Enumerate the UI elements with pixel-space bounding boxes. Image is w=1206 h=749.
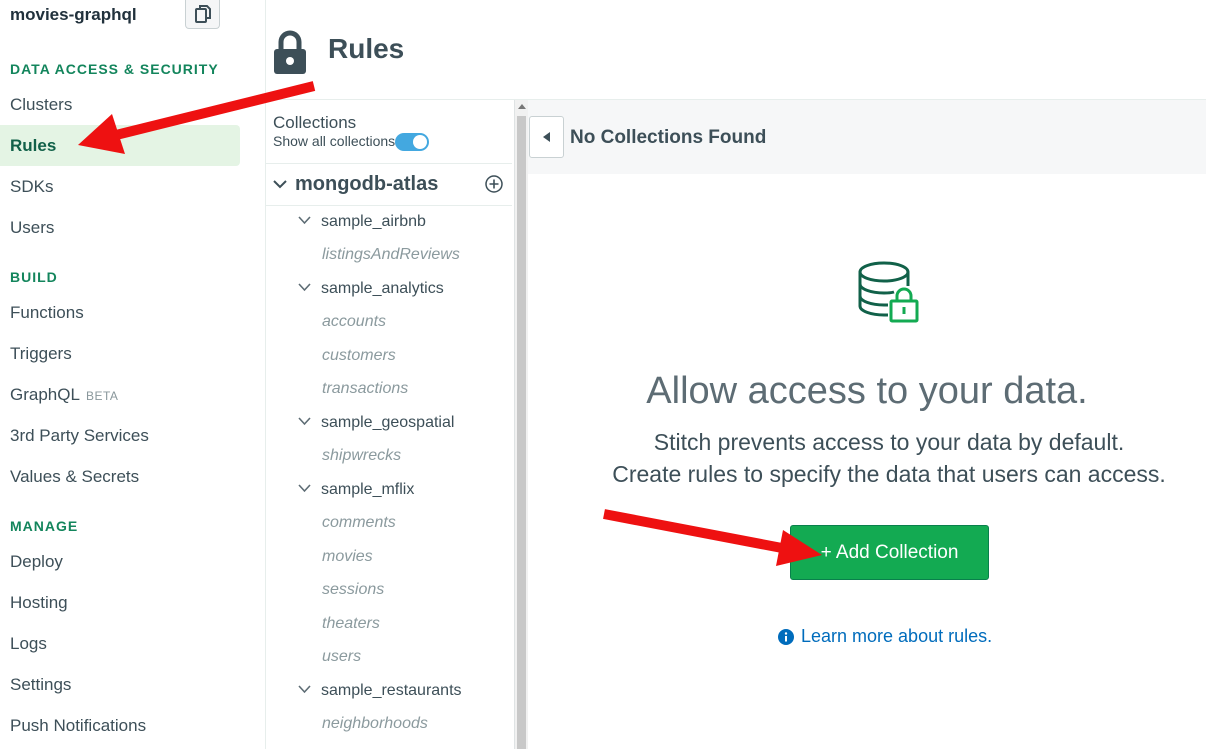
sidebar-item-logs[interactable]: Logs <box>0 623 240 664</box>
tree-db-sample-restaurants[interactable]: sample_restaurants <box>298 679 462 703</box>
main-content: No Collections Found Allow access to you… <box>528 100 1206 749</box>
divider <box>266 163 512 164</box>
sidebar-item-deploy[interactable]: Deploy <box>0 541 240 582</box>
empty-state-title: Allow access to your data. <box>646 370 1088 412</box>
sidebar-item-values-secrets[interactable]: Values & Secrets <box>0 456 240 497</box>
sidebar-item-triggers[interactable]: Triggers <box>0 333 240 374</box>
add-collection-button[interactable]: + Add Collection <box>790 525 989 580</box>
empty-state-description: Stitch prevents access to your data by d… <box>528 426 1206 490</box>
beta-badge: BETA <box>85 389 119 403</box>
sidebar-item-push-notifications[interactable]: Push Notifications <box>0 705 240 746</box>
section-data-access: DATA ACCESS & SECURITY <box>10 61 219 77</box>
caret-left-icon <box>542 132 550 142</box>
chevron-down-icon <box>298 216 311 225</box>
sidebar-item-clusters[interactable]: Clusters <box>0 84 240 125</box>
sidebar-item-users[interactable]: Users <box>0 207 240 248</box>
copy-app-id-button[interactable] <box>185 0 220 29</box>
tree-db-sample-airbnb[interactable]: sample_airbnb <box>298 210 426 234</box>
tree-db-sample-geospatial[interactable]: sample_geospatial <box>298 411 455 435</box>
chevron-down-icon <box>298 685 311 694</box>
page-title: Rules <box>328 33 405 64</box>
tree-collection[interactable]: movies <box>322 545 373 569</box>
empty-state-line-1: Stitch prevents access to your data by d… <box>653 429 1125 455</box>
sidebar-item-settings[interactable]: Settings <box>0 664 240 705</box>
tree-collection[interactable]: comments <box>322 511 396 535</box>
tree-collection[interactable]: transactions <box>322 377 408 401</box>
collections-panel: Collections Show all collections mongodb… <box>266 100 515 749</box>
add-collection-plus-icon[interactable] <box>485 175 503 193</box>
tree-collection[interactable]: shipwrecks <box>322 444 401 468</box>
tree-collection[interactable]: neighborhoods <box>322 712 428 736</box>
chevron-down-icon <box>298 484 311 493</box>
tree-collection[interactable]: customers <box>322 344 396 368</box>
lock-icon <box>274 30 306 74</box>
tree-collection[interactable]: accounts <box>322 310 386 334</box>
tree-collection[interactable]: sessions <box>322 578 384 602</box>
collections-heading: Collections <box>273 113 357 132</box>
tree-db-label: sample_mflix <box>321 481 415 498</box>
tree-db-sample-mflix[interactable]: sample_mflix <box>298 478 415 502</box>
sidebar-item-hosting[interactable]: Hosting <box>0 582 240 623</box>
sidebar-item-3rd-party-services[interactable]: 3rd Party Services <box>0 415 240 456</box>
sidebar-item-functions[interactable]: Functions <box>0 292 240 333</box>
tree-collection[interactable]: listingsAndReviews <box>322 243 460 267</box>
section-manage: MANAGE <box>10 518 79 534</box>
sidebar-item-graphql-label: GraphQL <box>10 385 80 404</box>
toggle-knob <box>413 135 427 149</box>
tree-db-label: sample_analytics <box>321 280 444 297</box>
database-lock-icon <box>858 261 919 323</box>
sidebar-item-graphql[interactable]: GraphQL BETA <box>0 374 240 415</box>
page-header: Rules <box>266 0 1206 100</box>
chevron-down-icon <box>298 283 311 292</box>
tree-db-label: sample_restaurants <box>321 682 462 699</box>
sidebar: movies-graphql DATA ACCESS & SECURITY Cl… <box>0 0 266 749</box>
app-name: movies-graphql <box>10 5 137 24</box>
collapse-panel-button[interactable] <box>529 116 564 158</box>
scroll-up-arrow-icon[interactable] <box>518 104 526 109</box>
empty-state-line-2: Create rules to specify the data that us… <box>612 461 1166 487</box>
scroll-thumb[interactable] <box>517 116 526 749</box>
tree-db-label: sample_geospatial <box>321 414 455 431</box>
copy-icon <box>194 5 211 23</box>
learn-more-text: Learn more about rules. <box>801 626 993 646</box>
info-icon <box>778 628 794 645</box>
tree-db-sample-analytics[interactable]: sample_analytics <box>298 277 444 301</box>
status-text: No Collections Found <box>570 127 767 148</box>
chevron-down-icon <box>273 180 287 189</box>
sidebar-item-rules[interactable]: Rules <box>0 125 240 166</box>
tree-collection[interactable]: users <box>322 645 361 669</box>
divider <box>266 205 512 206</box>
show-all-toggle[interactable] <box>395 133 429 151</box>
tree-db-label: sample_airbnb <box>321 213 426 230</box>
tree-scrollbar[interactable] <box>514 100 529 749</box>
chevron-down-icon <box>298 417 311 426</box>
cluster-row[interactable]: mongodb-atlas <box>273 173 438 196</box>
section-build: BUILD <box>10 269 58 285</box>
sidebar-item-sdks[interactable]: SDKs <box>0 166 240 207</box>
tree-collection[interactable]: theaters <box>322 612 380 636</box>
learn-more-link[interactable]: Learn more about rules. <box>778 626 992 647</box>
cluster-name: mongodb-atlas <box>295 173 439 195</box>
main-toolbar: No Collections Found <box>528 100 1206 174</box>
show-all-label: Show all collections <box>273 133 396 149</box>
